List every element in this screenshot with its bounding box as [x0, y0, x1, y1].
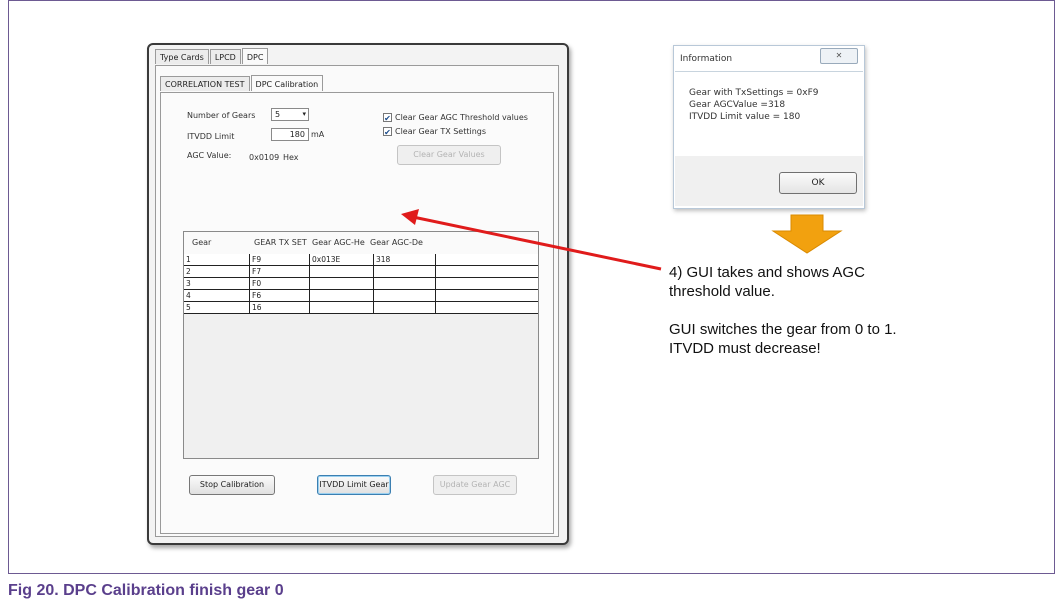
annotation-arrows [401, 209, 843, 271]
annotation-line-1: 4) GUI takes and shows AGC [669, 264, 865, 281]
figure-caption: Fig 20. DPC Calibration finish gear 0 [8, 582, 284, 599]
down-arrow-icon [771, 214, 843, 254]
annotation-spacer [669, 301, 897, 320]
figure-frame: Type Cards LPCD DPC CORRELATION TEST DPC… [8, 0, 1055, 574]
red-arrow [401, 209, 662, 271]
annotation-line-3: GUI switches the gear from 0 to 1. [669, 321, 897, 338]
annotation-line-4: ITVDD must decrease! [669, 340, 821, 357]
annotation-line-2: threshold value. [669, 283, 775, 300]
annotation-text: 4) GUI takes and shows AGC threshold val… [669, 263, 897, 358]
